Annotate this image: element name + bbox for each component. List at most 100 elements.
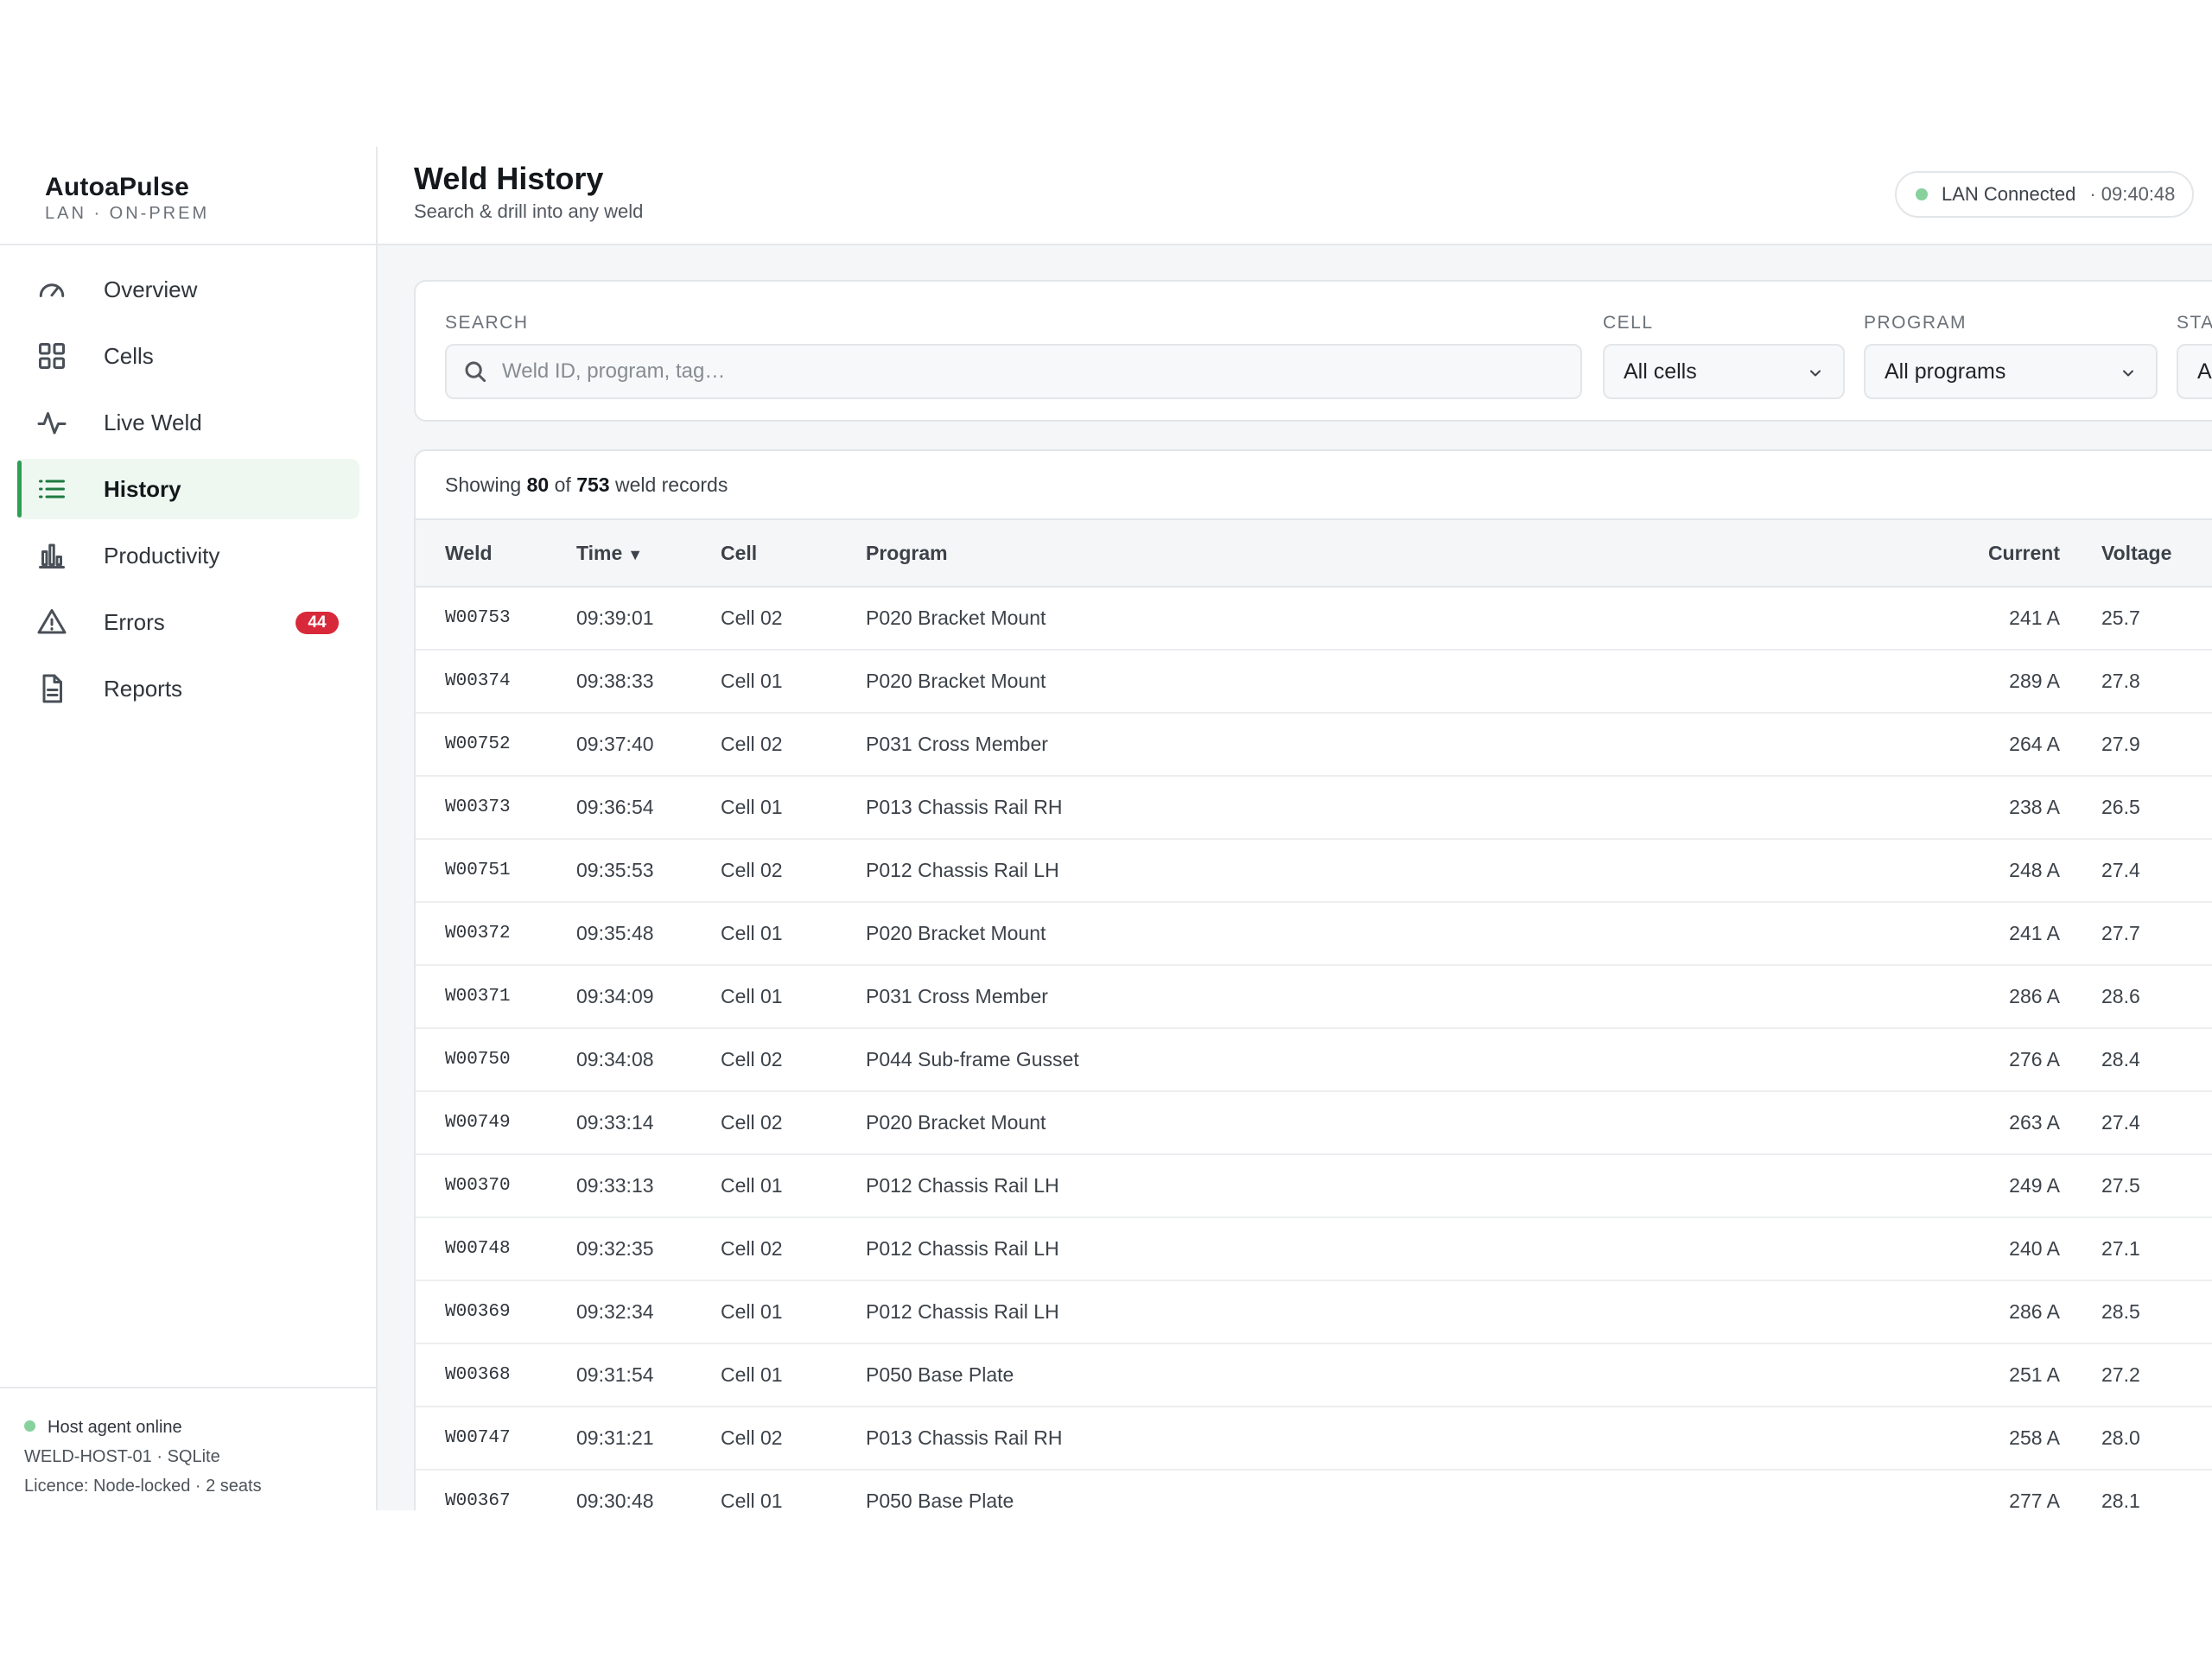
cell-name-cell: Cell 02 <box>721 587 866 651</box>
program-filter-select[interactable]: All programs <box>1864 344 2158 399</box>
sidebar-item-reports[interactable]: Reports <box>17 658 359 719</box>
sidebar-item-cells[interactable]: Cells <box>17 326 359 386</box>
connection-status-pill: LAN Connected · 09:40:48 <box>1895 171 2194 218</box>
table-row[interactable]: W00372 09:35:48 Cell 01 P020 Bracket Mount 2… <box>416 902 2212 966</box>
search-icon <box>465 361 486 383</box>
cell-name-cell: Cell 01 <box>721 1470 866 1510</box>
connection-time: · 09:40:48 <box>2089 183 2176 205</box>
column-header-current[interactable]: Current <box>1940 518 2060 588</box>
column-header-weld[interactable]: Weld <box>416 518 576 588</box>
cell-name-cell: Cell 02 <box>721 839 866 903</box>
cell-name-cell: Cell 02 <box>721 1217 866 1281</box>
table-row[interactable]: W00747 09:31:21 Cell 02 P013 Chassis Rail R… <box>416 1407 2212 1471</box>
program-cell: P013 Chassis Rail RH <box>866 1407 1940 1471</box>
table-header-row: Weld Time ▼ Cell Program Current Voltage <box>416 518 2212 588</box>
program-cell: P012 Chassis Rail LH <box>866 839 1940 903</box>
weld-history-table: Weld Time ▼ Cell Program Current Voltage … <box>416 518 2212 1510</box>
table-row[interactable]: W00374 09:38:33 Cell 01 P020 Bracket Mount 2… <box>416 650 2212 714</box>
time-cell: 09:33:14 <box>576 1091 721 1155</box>
voltage-cell: 28.5 <box>2060 1280 2212 1344</box>
program-cell: P013 Chassis Rail RH <box>866 776 1940 840</box>
time-cell: 09:31:21 <box>576 1407 721 1471</box>
program-cell: P050 Base Plate <box>866 1344 1940 1407</box>
table-row[interactable]: W00371 09:34:09 Cell 01 P031 Cross Member 28… <box>416 965 2212 1029</box>
program-cell: P012 Chassis Rail LH <box>866 1280 1940 1344</box>
chevron-down-icon <box>1810 370 1821 377</box>
warning-icon <box>37 609 67 634</box>
table-row[interactable]: W00749 09:33:14 Cell 02 P020 Bracket Mount 2… <box>416 1091 2212 1155</box>
sidebar-item-history[interactable]: History <box>17 459 359 519</box>
weld-id-cell: W00753 <box>416 587 576 651</box>
sidebar-item-errors[interactable]: Errors 44 <box>17 592 359 652</box>
program-cell: P044 Sub-frame Gusset <box>866 1028 1940 1092</box>
time-cell: 09:30:48 <box>576 1470 721 1510</box>
weld-id-cell: W00748 <box>416 1217 576 1281</box>
sidebar-item-live-weld[interactable]: Live Weld <box>17 392 359 453</box>
total-count: 753 <box>576 473 610 496</box>
sidebar-item-label: Overview <box>104 276 198 302</box>
table-row[interactable]: W00368 09:31:54 Cell 01 P050 Base Plate 251 … <box>416 1344 2212 1407</box>
page-subtitle: Search & drill into any weld <box>414 200 644 222</box>
online-status-dot <box>24 1420 35 1432</box>
cell-filter-select[interactable]: All cells <box>1603 344 1845 399</box>
table-row[interactable]: W00750 09:34:08 Cell 02 P044 Sub-frame Guss… <box>416 1028 2212 1092</box>
voltage-cell: 28.6 <box>2060 965 2212 1029</box>
gauge-icon <box>39 283 65 297</box>
sidebar-footer-divider <box>0 1387 376 1388</box>
search-field[interactable] <box>445 344 1582 399</box>
sort-descending-icon: ▼ <box>627 545 644 563</box>
current-cell: 276 A <box>1940 1028 2060 1092</box>
summary-of: of <box>554 473 571 496</box>
weld-id-cell: W00373 <box>416 776 576 840</box>
table-row[interactable]: W00748 09:32:35 Cell 02 P012 Chassis Rail L… <box>416 1217 2212 1281</box>
sidebar-item-productivity[interactable]: Productivity <box>17 525 359 586</box>
current-cell: 238 A <box>1940 776 2060 840</box>
time-cell: 09:38:33 <box>576 650 721 714</box>
cell-name-cell: Cell 01 <box>721 902 866 966</box>
cell-name-cell: Cell 01 <box>721 1154 866 1218</box>
status-filter-select[interactable]: All <box>2177 344 2212 399</box>
weld-id-cell: W00751 <box>416 839 576 903</box>
current-cell: 248 A <box>1940 839 2060 903</box>
table-row[interactable]: W00369 09:32:34 Cell 01 P012 Chassis Rail L… <box>416 1280 2212 1344</box>
program-cell: P012 Chassis Rail LH <box>866 1154 1940 1218</box>
host-info: WELD-HOST-01 · SQLite <box>24 1447 220 1466</box>
column-header-time[interactable]: Time ▼ <box>576 518 721 588</box>
time-cell: 09:37:40 <box>576 713 721 777</box>
table-row[interactable]: W00373 09:36:54 Cell 01 P013 Chassis Rail R… <box>416 776 2212 840</box>
time-cell: 09:35:53 <box>576 839 721 903</box>
cell-name-cell: Cell 01 <box>721 965 866 1029</box>
grid-icon <box>39 343 65 369</box>
voltage-cell: 27.2 <box>2060 1344 2212 1407</box>
sidebar-item-label: Cells <box>104 342 154 369</box>
search-input[interactable] <box>500 359 1541 384</box>
voltage-cell: 26.5 <box>2060 776 2212 840</box>
pulse-icon <box>37 412 67 435</box>
sidebar-item-label: Errors <box>104 608 165 635</box>
table-row[interactable]: W00751 09:35:53 Cell 02 P012 Chassis Rail L… <box>416 839 2212 903</box>
weld-id-cell: W00749 <box>416 1091 576 1155</box>
table-row[interactable]: W00752 09:37:40 Cell 02 P031 Cross Member 26… <box>416 713 2212 777</box>
cell-filter-label: CELL <box>1603 313 1654 333</box>
cell-name-cell: Cell 02 <box>721 1028 866 1092</box>
current-cell: 241 A <box>1940 587 2060 651</box>
weld-id-cell: W00747 <box>416 1407 576 1471</box>
page-title: Weld History <box>414 161 604 196</box>
cell-name-cell: Cell 01 <box>721 776 866 840</box>
column-header-program[interactable]: Program <box>866 518 1940 588</box>
status-filter-label: STATUS <box>2177 313 2212 333</box>
search-label: SEARCH <box>445 313 529 333</box>
table-row[interactable]: W00753 09:39:01 Cell 02 P020 Bracket Mount 2… <box>416 587 2212 651</box>
sidebar-item-overview[interactable]: Overview <box>17 259 359 320</box>
table-row[interactable]: W00367 09:30:48 Cell 01 P050 Base Plate 277 … <box>416 1470 2212 1510</box>
weld-id-cell: W00750 <box>416 1028 576 1092</box>
table-row[interactable]: W00370 09:33:13 Cell 01 P012 Chassis Rail L… <box>416 1154 2212 1218</box>
sidebar-item-label: Reports <box>104 675 183 702</box>
licence-info: Licence: Node-locked · 2 seats <box>24 1477 262 1496</box>
program-cell: P020 Bracket Mount <box>866 1091 1940 1155</box>
voltage-cell: 27.7 <box>2060 902 2212 966</box>
brand: AutoaPulse LAN · ON-PREM <box>45 173 209 224</box>
column-header-voltage[interactable]: Voltage <box>2060 518 2212 588</box>
column-header-cell[interactable]: Cell <box>721 518 866 588</box>
records-summary: Showing 80 of 753 weld records <box>445 451 728 518</box>
